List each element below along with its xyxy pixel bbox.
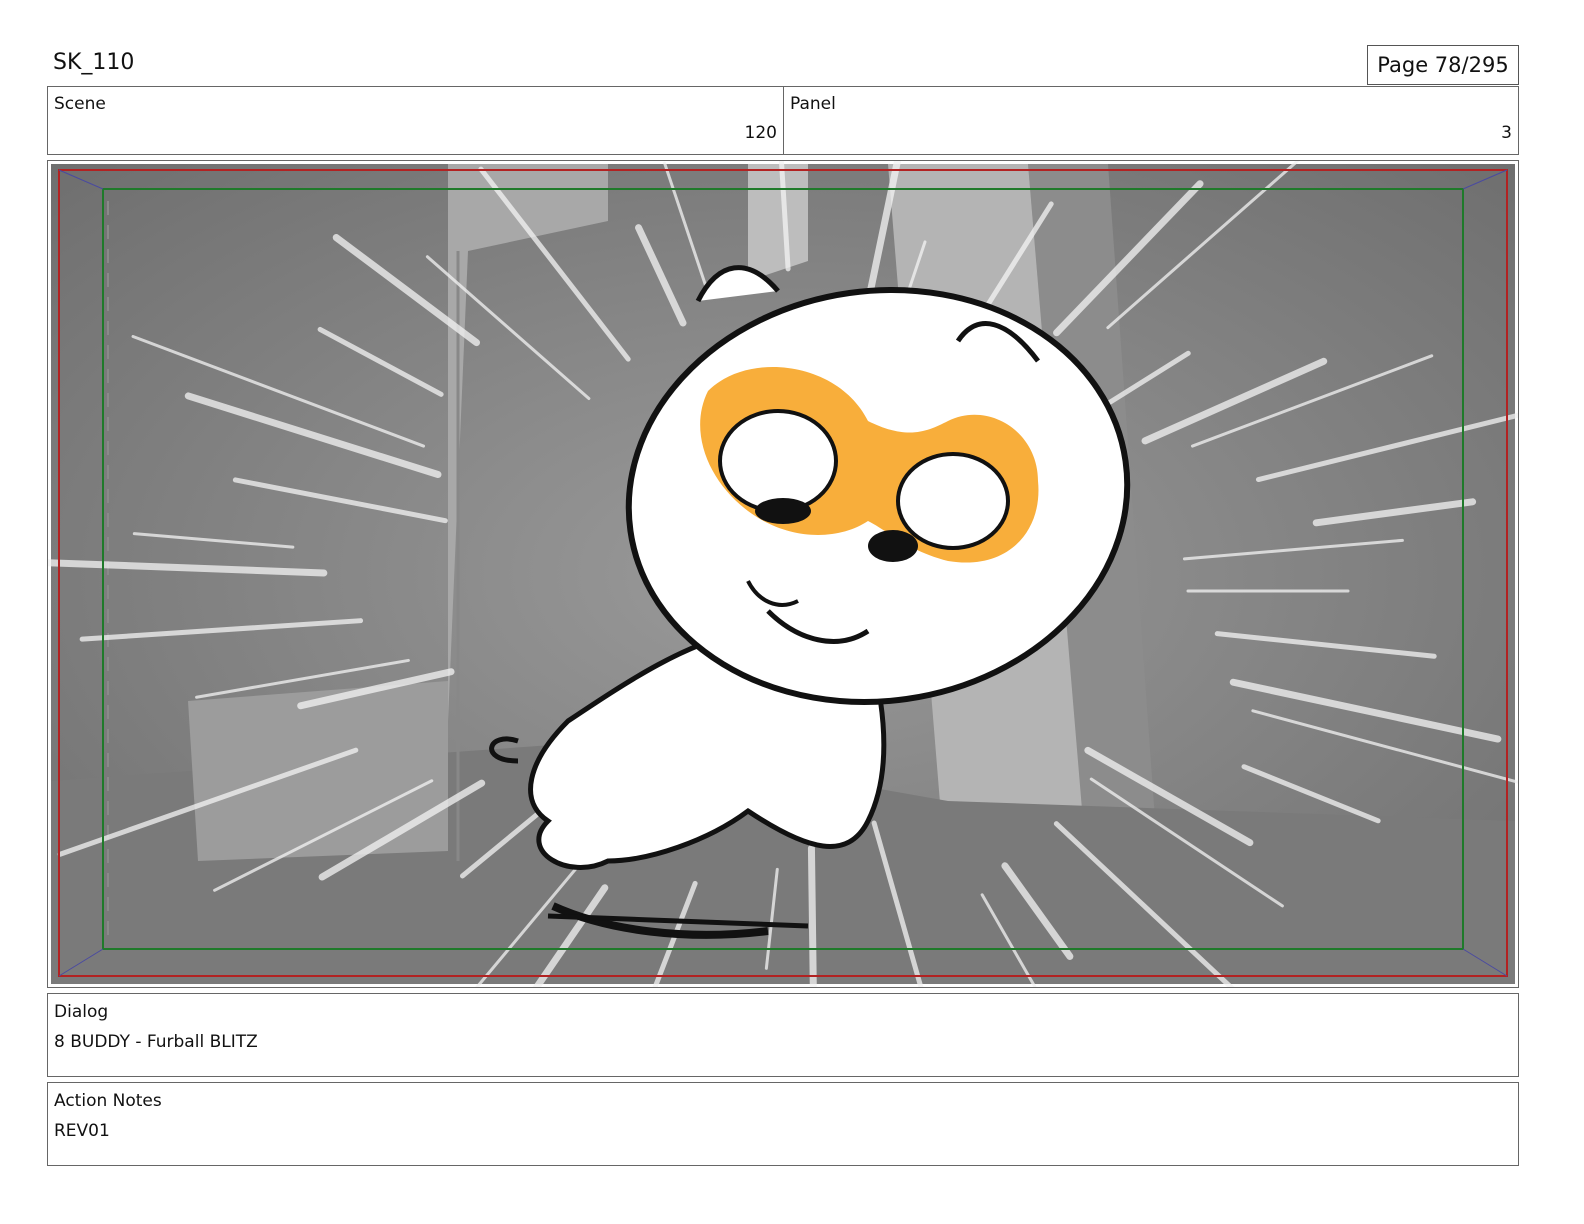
scene-number: 120 (744, 123, 777, 143)
action-notes-label: Action Notes (54, 1091, 162, 1111)
left-pupil (755, 498, 811, 524)
speed-line (807, 844, 817, 987)
sequence-title: SK_110 (53, 50, 135, 75)
scene-label: Scene (54, 94, 106, 114)
storyboard-panel (47, 160, 1519, 988)
doorway (188, 681, 448, 861)
dialog-text: 8 BUDDY - Furball BLITZ (54, 1032, 258, 1052)
panel-label: Panel (790, 94, 836, 114)
page-counter: Page 78/295 (1367, 45, 1519, 85)
panel-box: Panel 3 (783, 86, 1519, 155)
scene-box: Scene 120 (47, 86, 784, 155)
right-pupil (868, 530, 918, 562)
panel-number: 3 (1501, 123, 1512, 143)
panel-drawing (48, 161, 1518, 987)
action-notes-text: REV01 (54, 1121, 110, 1141)
action-notes-box: Action Notes REV01 (47, 1082, 1519, 1166)
dialog-box: Dialog 8 BUDDY - Furball BLITZ (47, 993, 1519, 1077)
stair-column (748, 164, 808, 281)
dialog-label: Dialog (54, 1002, 109, 1022)
